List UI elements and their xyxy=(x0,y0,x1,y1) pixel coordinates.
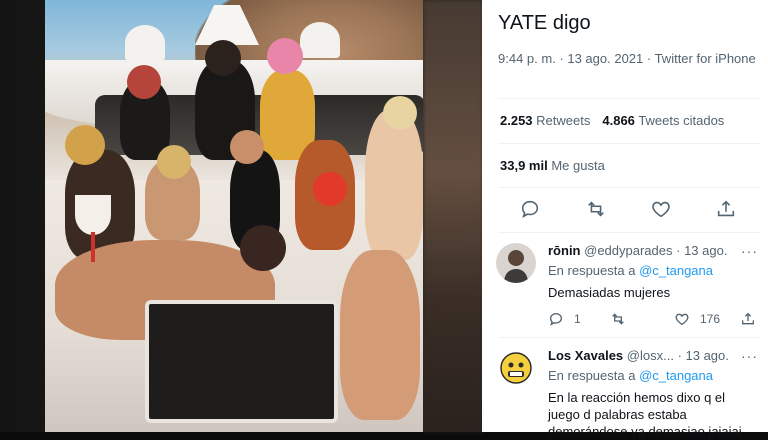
reply-like-action[interactable]: 176 xyxy=(674,311,720,327)
reply-tweet[interactable]: rōnin @eddyparades · 13 ago. ··· En resp… xyxy=(482,243,768,333)
tweet-photo[interactable] xyxy=(45,0,423,432)
tweet-panel: YATE digo 9:44 p. m. · 13 ago. 2021 · Tw… xyxy=(482,0,768,439)
reply-text: En la reacción hemos dixo q el juego d p… xyxy=(548,390,742,439)
in-reply-label: En respuesta a xyxy=(548,263,636,278)
wine-glass xyxy=(75,195,111,235)
share-icon xyxy=(740,311,756,327)
tweet-stats: 2.253 Retweets 4.866 Tweets citados xyxy=(500,113,724,128)
avatar[interactable] xyxy=(500,352,532,384)
reply-date[interactable]: · 13 ago. xyxy=(676,243,727,258)
mention-link[interactable]: @c_tangana xyxy=(639,263,713,278)
divider xyxy=(498,143,760,144)
likes-stat[interactable]: 33,9 mil Me gusta xyxy=(500,158,605,173)
more-options-icon[interactable]: ··· xyxy=(741,243,758,259)
more-options-icon[interactable]: ··· xyxy=(741,348,758,364)
likes-label: Me gusta xyxy=(551,158,605,173)
share-icon[interactable] xyxy=(715,198,737,220)
divider xyxy=(498,337,760,338)
reply-tweet[interactable]: Los Xavales @losx... · 13 ago. ··· En re… xyxy=(482,348,768,439)
reply-author-name[interactable]: Los Xavales xyxy=(548,348,623,363)
divider xyxy=(498,187,760,188)
reply-retweet-action[interactable] xyxy=(610,311,636,327)
like-icon[interactable] xyxy=(650,198,672,220)
person-head xyxy=(383,96,417,130)
reply-date[interactable]: · 13 ago. xyxy=(678,348,729,363)
person-head xyxy=(127,65,161,99)
like-count: 176 xyxy=(700,312,721,326)
retweets-count: 2.253 xyxy=(500,113,533,128)
reply-text: Demasiadas mujeres xyxy=(548,285,671,300)
person-head xyxy=(267,38,303,74)
reply-reply-action[interactable]: 1 xyxy=(548,311,581,327)
in-reply-to: En respuesta a @c_tangana xyxy=(548,263,713,278)
in-reply-label: En respuesta a xyxy=(548,368,636,383)
blurred-photo-edge xyxy=(423,0,483,432)
in-reply-to: En respuesta a @c_tangana xyxy=(548,368,713,383)
yacht-radar-dome xyxy=(300,22,340,58)
quotes-stat[interactable]: 4.866 Tweets citados xyxy=(602,113,724,128)
like-icon xyxy=(674,311,690,327)
person-figure xyxy=(340,250,420,420)
reply-count: 1 xyxy=(574,312,581,326)
reply-author-name[interactable]: rōnin xyxy=(548,243,581,258)
reply-icon[interactable] xyxy=(519,198,541,220)
deck-hatch xyxy=(145,300,338,423)
person-head xyxy=(240,225,286,271)
tweet-meta[interactable]: 9:44 p. m. · 13 ago. 2021 · Twitter for … xyxy=(498,50,758,67)
retweet-icon[interactable] xyxy=(585,198,607,220)
reply-author-handle[interactable]: @losx... xyxy=(627,348,674,363)
reply-header: Los Xavales @losx... · 13 ago. xyxy=(548,348,729,363)
tweet-actions xyxy=(482,198,768,222)
mention-link[interactable]: @c_tangana xyxy=(639,368,713,383)
person-head xyxy=(205,40,241,76)
reply-share-action[interactable] xyxy=(740,311,756,327)
reply-author-handle[interactable]: @eddyparades xyxy=(584,243,672,258)
retweets-stat[interactable]: 2.253 Retweets xyxy=(500,113,590,128)
reply-actions: 1 176 xyxy=(548,311,758,329)
person-head xyxy=(313,172,347,206)
divider xyxy=(498,232,760,233)
person-head xyxy=(157,145,191,179)
retweet-icon xyxy=(610,311,626,327)
wine-glass-stem xyxy=(91,232,95,262)
likes-count: 33,9 mil xyxy=(500,158,548,173)
avatar[interactable] xyxy=(496,243,536,283)
reply-icon xyxy=(548,311,564,327)
quotes-label: Tweets citados xyxy=(638,113,725,128)
retweets-label: Retweets xyxy=(536,113,591,128)
person-figure xyxy=(365,110,423,260)
quotes-count: 4.866 xyxy=(602,113,635,128)
divider xyxy=(498,98,760,99)
yacht-radar-dome xyxy=(125,25,165,61)
tweet-text: YATE digo xyxy=(498,12,591,34)
person-head xyxy=(230,130,264,164)
reply-header: rōnin @eddyparades · 13 ago. xyxy=(548,243,727,258)
person-head xyxy=(65,125,105,165)
